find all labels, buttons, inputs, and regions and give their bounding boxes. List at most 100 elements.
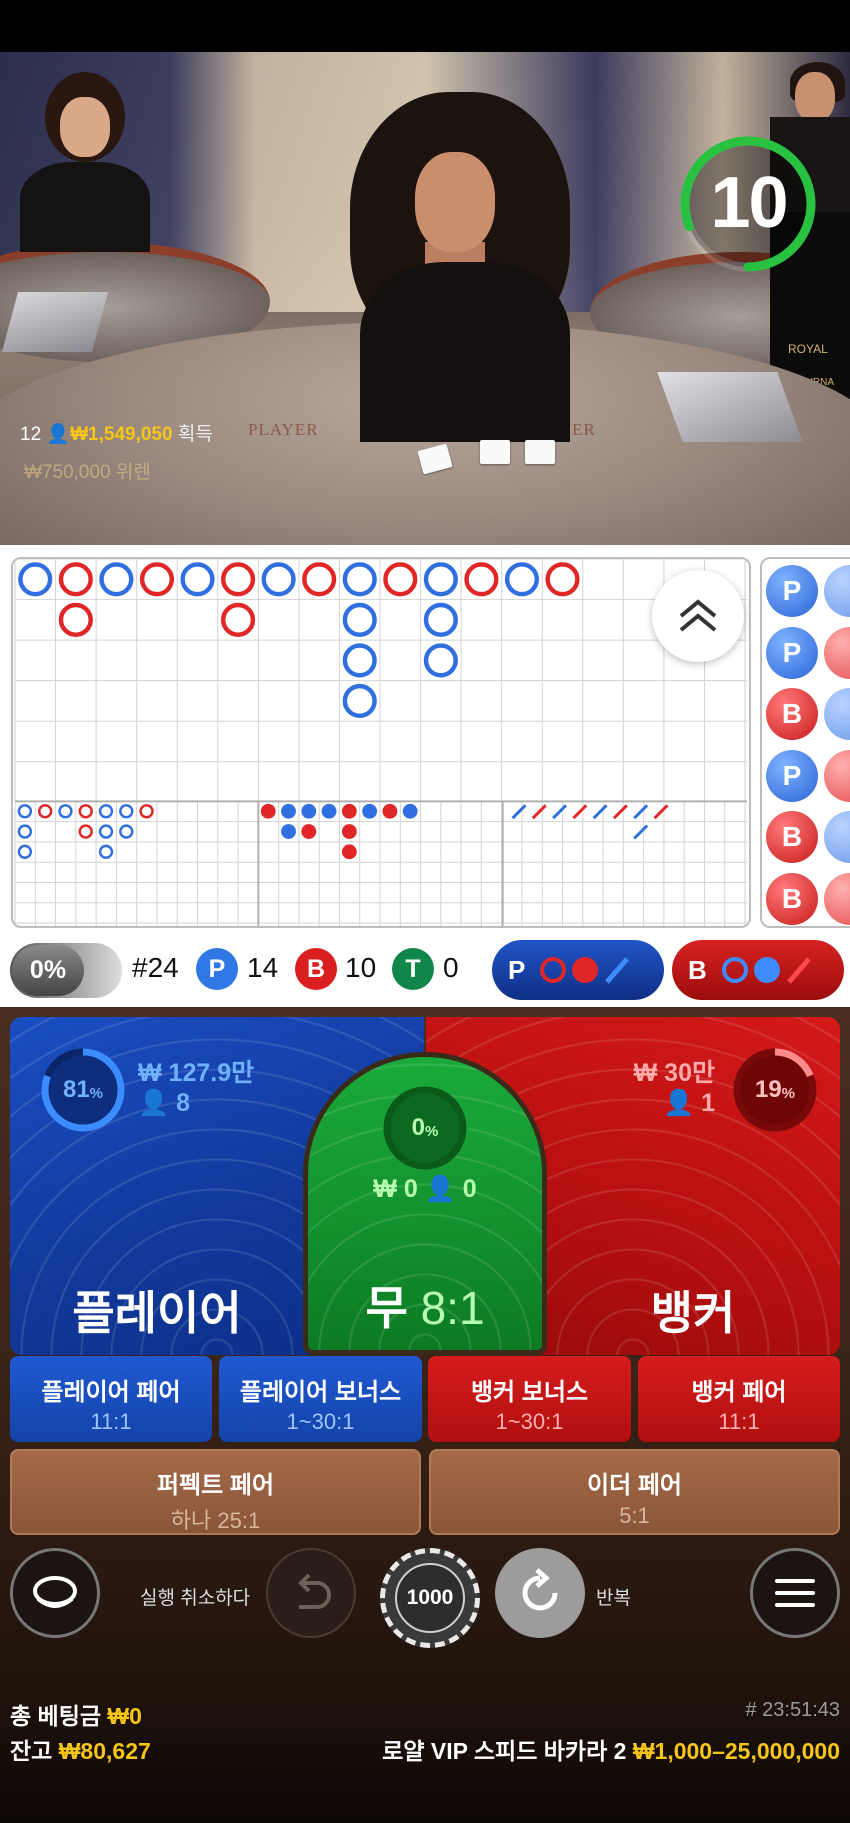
derived-road-mark bbox=[382, 803, 398, 819]
recent-win-faded: ₩750,000 위렌 bbox=[24, 462, 151, 483]
expand-roadmap-button[interactable] bbox=[652, 570, 744, 662]
prediction-icons bbox=[540, 957, 630, 984]
tie-total-amount: ₩ 0 bbox=[373, 1175, 418, 1203]
derived-road-mark bbox=[98, 804, 114, 819]
player-result-mark bbox=[180, 562, 215, 597]
derived-road-mark bbox=[402, 803, 418, 819]
round-number: #24 bbox=[132, 952, 179, 983]
derived-road-mark bbox=[511, 804, 527, 820]
total-bet-value: ₩0 bbox=[107, 1703, 142, 1729]
player-result-mark bbox=[99, 562, 134, 597]
repeat-button[interactable] bbox=[495, 1548, 585, 1638]
tie-percent: 0 bbox=[411, 1114, 425, 1141]
player-bonus-bet[interactable]: 플레이어 보너스 1~30:1 bbox=[219, 1356, 422, 1442]
banker-bettor-count: 👤 1 bbox=[663, 1089, 715, 1117]
user-icon: 👤 bbox=[46, 424, 71, 445]
total-bet: 총 베팅금 ₩0 bbox=[10, 1703, 142, 1729]
stats-bar: 0% #24 P 14 B 10 T 0 P B bbox=[0, 935, 850, 1007]
round-id: # 23:51:43 bbox=[745, 1699, 840, 1721]
derived-road-mark bbox=[572, 804, 588, 820]
banker-result-mark bbox=[383, 562, 418, 597]
player-result-mark bbox=[342, 602, 377, 637]
derived-road-mark bbox=[592, 804, 608, 820]
table-name: 로얄 VIP 스피드 바카라 2 bbox=[382, 1738, 627, 1764]
banker-pair-bet[interactable]: 뱅커 페어 11:1 bbox=[638, 1356, 840, 1442]
derived-road-mark bbox=[341, 803, 357, 819]
card-shoe bbox=[657, 372, 803, 442]
undo-button[interactable] bbox=[266, 1548, 356, 1638]
derived-road-mark bbox=[341, 844, 357, 860]
derived-road-mark bbox=[362, 803, 378, 819]
derived-road-mark bbox=[98, 824, 114, 839]
banker-count: 10 bbox=[345, 952, 377, 983]
playing-card bbox=[480, 440, 510, 464]
player-title: 플레이어 bbox=[72, 1287, 242, 1339]
roadmap-grid[interactable] bbox=[11, 557, 751, 928]
banker-prediction-button[interactable]: B bbox=[672, 940, 844, 1000]
player-bettor-count: 👤 8 bbox=[138, 1089, 190, 1117]
player-result-mark bbox=[18, 562, 53, 597]
tie-percent-wrap: 0% bbox=[411, 1114, 439, 1141]
felt-player-label: PLAYER bbox=[248, 420, 319, 439]
derived-road-mark bbox=[78, 804, 93, 819]
banker-result-mark bbox=[464, 562, 499, 597]
chat-button[interactable] bbox=[10, 1548, 100, 1638]
player-prediction-button[interactable]: P bbox=[492, 940, 664, 1000]
chevron-up-icon bbox=[679, 599, 717, 632]
banker-percent: 19 bbox=[754, 1076, 782, 1103]
bead-player: P bbox=[766, 626, 818, 679]
banker-title: 뱅커 bbox=[650, 1287, 736, 1339]
derived-road-mark bbox=[281, 824, 296, 839]
table-info: 로얄 VIP 스피드 바카라 2 ₩1,000–25,000,000 bbox=[382, 1732, 840, 1766]
bead-partial bbox=[824, 688, 850, 740]
menu-button[interactable] bbox=[750, 1548, 840, 1638]
derived-road-mark bbox=[98, 844, 114, 859]
bead-partial bbox=[824, 626, 850, 679]
chat-icon bbox=[33, 1576, 77, 1608]
player-count: 14 bbox=[247, 952, 279, 983]
percent-value: 0% bbox=[12, 945, 84, 996]
repeat-icon bbox=[522, 1568, 558, 1611]
player-result-mark bbox=[423, 643, 458, 678]
hamburger-icon bbox=[775, 1579, 815, 1607]
player-total-amount: ₩ 127.9만 bbox=[138, 1059, 255, 1087]
balance: 잔고 ₩80,627 bbox=[10, 1738, 151, 1764]
tie-bet-zone[interactable]: 0% ₩ 0 👤 0 무 8:1 bbox=[303, 1052, 547, 1355]
perfect-pair-bet[interactable]: 퍼펙트 페어 하나 25:1 bbox=[10, 1449, 421, 1535]
betting-area: 81% ₩ 127.9만 👤 8 플레이어 ₩ 30만 👤 1 19% 뱅커 0… bbox=[0, 1007, 850, 1823]
bead-partial bbox=[824, 811, 850, 863]
live-video: ROYAL TOURNA PLAYER BANKER 10 12 👤₩1,549… bbox=[0, 52, 850, 545]
bead-partial bbox=[824, 565, 850, 617]
derived-road-mark bbox=[301, 824, 317, 839]
banker-result-mark bbox=[545, 562, 580, 597]
chip-selector[interactable]: 1000 bbox=[373, 1548, 480, 1648]
player-result-mark bbox=[423, 602, 458, 637]
derived-road-mark bbox=[653, 804, 669, 820]
player-pair-bet[interactable]: 플레이어 페어 11:1 bbox=[10, 1356, 212, 1442]
percent-toggle[interactable]: 0% bbox=[10, 943, 122, 998]
player-result-mark bbox=[342, 562, 377, 597]
derived-road-mark bbox=[260, 803, 276, 819]
playing-card bbox=[525, 440, 555, 464]
countdown-timer bbox=[680, 136, 816, 272]
derived-road-mark bbox=[139, 804, 154, 819]
banker-result-mark bbox=[220, 562, 256, 597]
derived-road-mark bbox=[78, 824, 93, 839]
bead-road[interactable]: PPBPBB bbox=[760, 557, 850, 928]
recent-win-info: 12 👤₩1,549,050 획득 bbox=[20, 419, 213, 446]
card-shoe bbox=[1, 292, 109, 352]
banker-bonus-bet[interactable]: 뱅커 보너스 1~30:1 bbox=[428, 1356, 631, 1442]
derived-road-mark bbox=[612, 804, 628, 820]
player-percent: 81 bbox=[62, 1076, 90, 1103]
undo-icon bbox=[298, 1573, 331, 1609]
bead-partial bbox=[824, 749, 850, 802]
repeat-label: 반복 bbox=[596, 1588, 631, 1609]
derived-road-mark bbox=[58, 804, 73, 819]
prediction-icons bbox=[721, 957, 811, 984]
either-pair-bet[interactable]: 이더 페어 5:1 bbox=[429, 1449, 840, 1535]
tie-title: 무 8:1 bbox=[365, 1282, 485, 1334]
user-icon: 👤 bbox=[424, 1175, 456, 1203]
derived-road-mark bbox=[341, 824, 357, 839]
player-result-mark bbox=[342, 643, 377, 678]
derived-road-mark bbox=[17, 824, 33, 839]
